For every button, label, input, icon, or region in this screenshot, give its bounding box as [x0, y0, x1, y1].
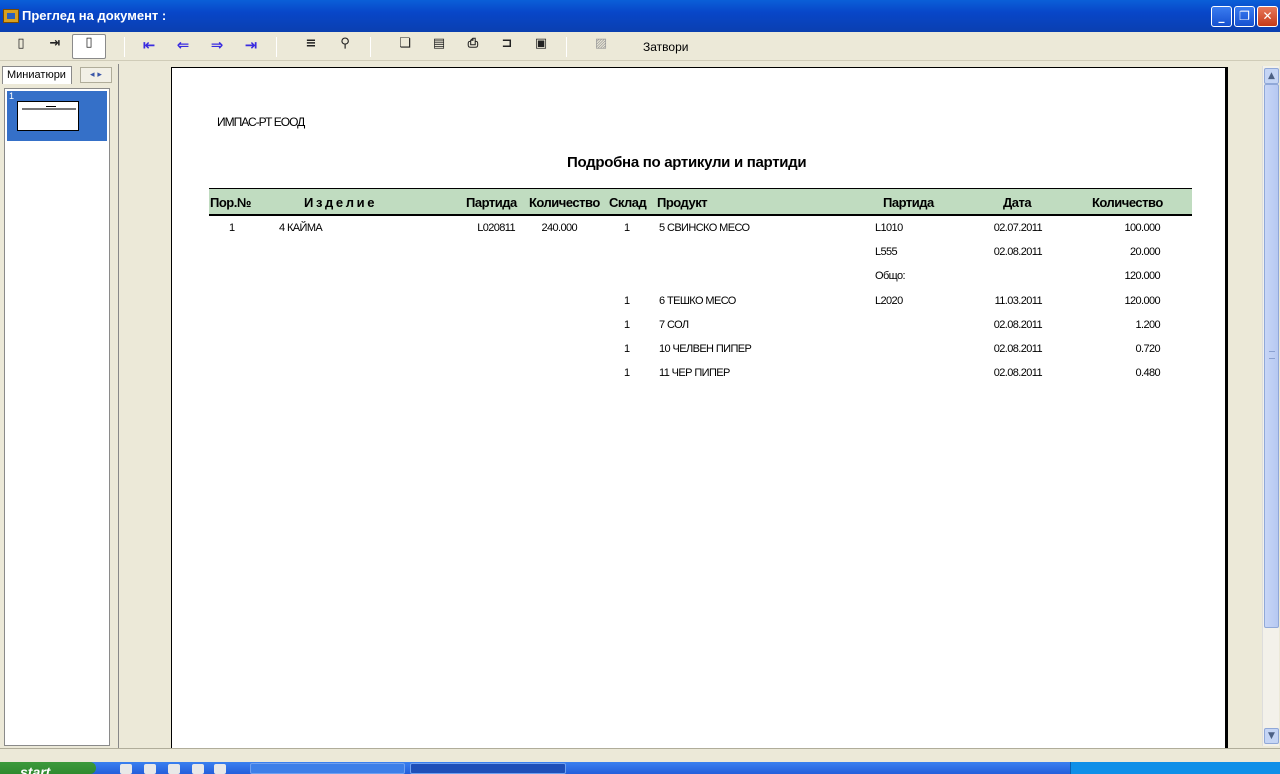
table-cell-batch2: L1010 — [875, 222, 903, 234]
table-cell-qty2: 100.000 — [1124, 222, 1160, 234]
next-page-icon[interactable]: ⇒ — [206, 36, 228, 58]
table-cell-qty2: 0.480 — [1135, 367, 1160, 380]
quicklaunch-icon[interactable] — [144, 764, 156, 774]
copy-icon[interactable]: ❏ — [394, 36, 416, 58]
close-window-button[interactable]: ✕ — [1257, 6, 1278, 27]
table-cell-qty2: 0.720 — [1135, 343, 1160, 355]
table-cell-date: 11.03.2011 — [994, 294, 1043, 307]
taskbar: start — [0, 762, 1280, 774]
scroll-up-icon[interactable]: ▲ — [1264, 68, 1279, 84]
restore-button[interactable]: ❐ — [1234, 6, 1255, 27]
separator — [276, 37, 277, 57]
separator — [566, 37, 567, 57]
thumbnail-number: 1 — [9, 91, 15, 101]
table-cell-qty2: 120.000 — [1124, 294, 1160, 307]
quicklaunch-icon[interactable] — [168, 764, 180, 774]
previous-page-icon[interactable]: ⇐ — [172, 36, 194, 58]
table-cell-batch2: L2020 — [875, 294, 903, 307]
table-cell-date: 02.08.2011 — [993, 367, 1043, 380]
first-page-icon[interactable]: ⇤ — [138, 36, 160, 58]
table-cell-date: 02.08.2011 — [993, 318, 1043, 331]
tab-thumbnails[interactable]: Миниатюри — [2, 66, 72, 84]
quicklaunch-icon[interactable] — [120, 764, 132, 774]
table-cell-ingredient: 7 СОЛ — [659, 318, 689, 331]
quicklaunch-icon[interactable] — [192, 764, 204, 774]
tab-scroll-arrows-icon[interactable]: ◂ ▸ — [80, 67, 112, 83]
header-product: И з д е л и е — [304, 195, 374, 210]
status-strip — [0, 748, 1280, 762]
table-cell-ingredient: 10 ЧЕЛВЕН ПИПЕР — [659, 343, 752, 355]
preview-area: ИМПАС-РТ ЕООД Подробна по артикули и пар… — [118, 64, 1262, 748]
minimize-button[interactable]: _ — [1211, 6, 1232, 27]
report-page: ИМПАС-РТ ЕООД Подробна по артикули и пар… — [171, 67, 1228, 748]
table-cell-batch: L020811 — [477, 222, 515, 234]
header-ingredient: Продукт — [657, 195, 708, 210]
header-no: Пор.№ — [210, 195, 251, 210]
app-icon — [3, 9, 19, 23]
window-title: Преглед на документ : — [22, 8, 167, 23]
page-thumbnail[interactable]: 1 — [7, 91, 107, 141]
table-cell-qty2: 120.000 — [1124, 270, 1160, 283]
grip-icon — [1269, 351, 1275, 359]
start-button[interactable]: start — [0, 762, 96, 774]
header-qty2: Количество — [1092, 195, 1163, 210]
vertical-scrollbar[interactable]: ▲ ▼ — [1262, 66, 1279, 746]
table-cell-date: 02.07.2011 — [993, 222, 1043, 234]
table-cell-qty2: 20.000 — [1129, 246, 1161, 259]
page-width-icon[interactable]: ⇥ — [44, 36, 66, 58]
export-icon[interactable]: ▨ — [590, 36, 612, 58]
separator — [370, 37, 371, 57]
scroll-thumb[interactable] — [1264, 84, 1279, 628]
taskbar-item[interactable] — [250, 763, 405, 774]
table-header: Пор.№ И з д е л и е Партида Количество С… — [209, 188, 1192, 216]
thumbnail-panel: Миниатюри ◂ ▸ 1 — [0, 64, 114, 748]
quicklaunch-icon[interactable] — [214, 764, 226, 774]
header-date: Дата — [1003, 195, 1032, 210]
table-cell-batch2: L555 — [875, 246, 898, 259]
header-store: Склад — [609, 195, 647, 210]
company-name: ИМПАС-РТ ЕООД — [217, 115, 305, 129]
table-cell-product: 4 КАЙМА — [279, 222, 323, 234]
table-cell-store: 1 — [624, 343, 630, 355]
title-bar: Преглед на документ : _ ❐ ✕ — [0, 0, 1280, 32]
goto-page-icon[interactable]: ≡ — [300, 36, 322, 58]
thumbnail-list: 1 — [4, 88, 110, 746]
print-icon[interactable]: ⎙ — [462, 36, 484, 58]
system-tray — [1070, 762, 1280, 774]
table-cell-store: 1 — [624, 318, 630, 331]
last-page-icon[interactable]: ⇥ — [240, 36, 262, 58]
print-setup-icon[interactable]: ▤ — [428, 36, 450, 58]
table-cell-date: 02.08.2011 — [993, 246, 1043, 259]
header-qty: Количество — [529, 195, 600, 210]
table-cell-batch2: Общо: — [875, 270, 906, 283]
toolbar: ▯ ⇥ ▯ ⇤ ⇐ ⇒ ⇥ ≡ ⚲ ❏ ▤ ⎙ ⊐ ▣ ▨ — [0, 32, 1280, 61]
header-batch2: Партида — [883, 195, 934, 210]
table-cell-store: 1 — [624, 294, 630, 307]
table-cell-store: 1 — [624, 222, 630, 234]
single-page-icon[interactable]: ▯ — [10, 36, 32, 58]
table-cell-store: 1 — [624, 367, 630, 380]
header-batch: Партида — [466, 195, 517, 210]
table-cell-ingredient: 11 ЧЕР ПИПЕР — [659, 367, 730, 380]
report-title: Подробна по артикули и партиди — [567, 154, 807, 171]
separator — [124, 37, 125, 57]
open-icon[interactable]: ⊐ — [496, 36, 518, 58]
table-cell-qty: 240.000 — [541, 222, 577, 234]
table-cell-no: 1 — [229, 222, 235, 234]
whole-page-icon[interactable]: ▯ — [72, 34, 106, 59]
taskbar-item-active[interactable] — [410, 763, 566, 774]
table-cell-ingredient: 6 ТЕШКО МЕСО — [659, 294, 736, 307]
scroll-down-icon[interactable]: ▼ — [1264, 728, 1279, 744]
save-icon[interactable]: ▣ — [530, 36, 552, 58]
close-button[interactable]: Затвори — [643, 40, 688, 54]
table-cell-qty2: 1.200 — [1135, 318, 1160, 331]
find-binoculars-icon[interactable]: ⚲ — [334, 36, 356, 58]
table-cell-date: 02.08.2011 — [993, 343, 1043, 355]
thumbnail-page-image — [17, 101, 79, 131]
table-cell-ingredient: 5 СВИНСКО МЕСО — [659, 222, 750, 234]
